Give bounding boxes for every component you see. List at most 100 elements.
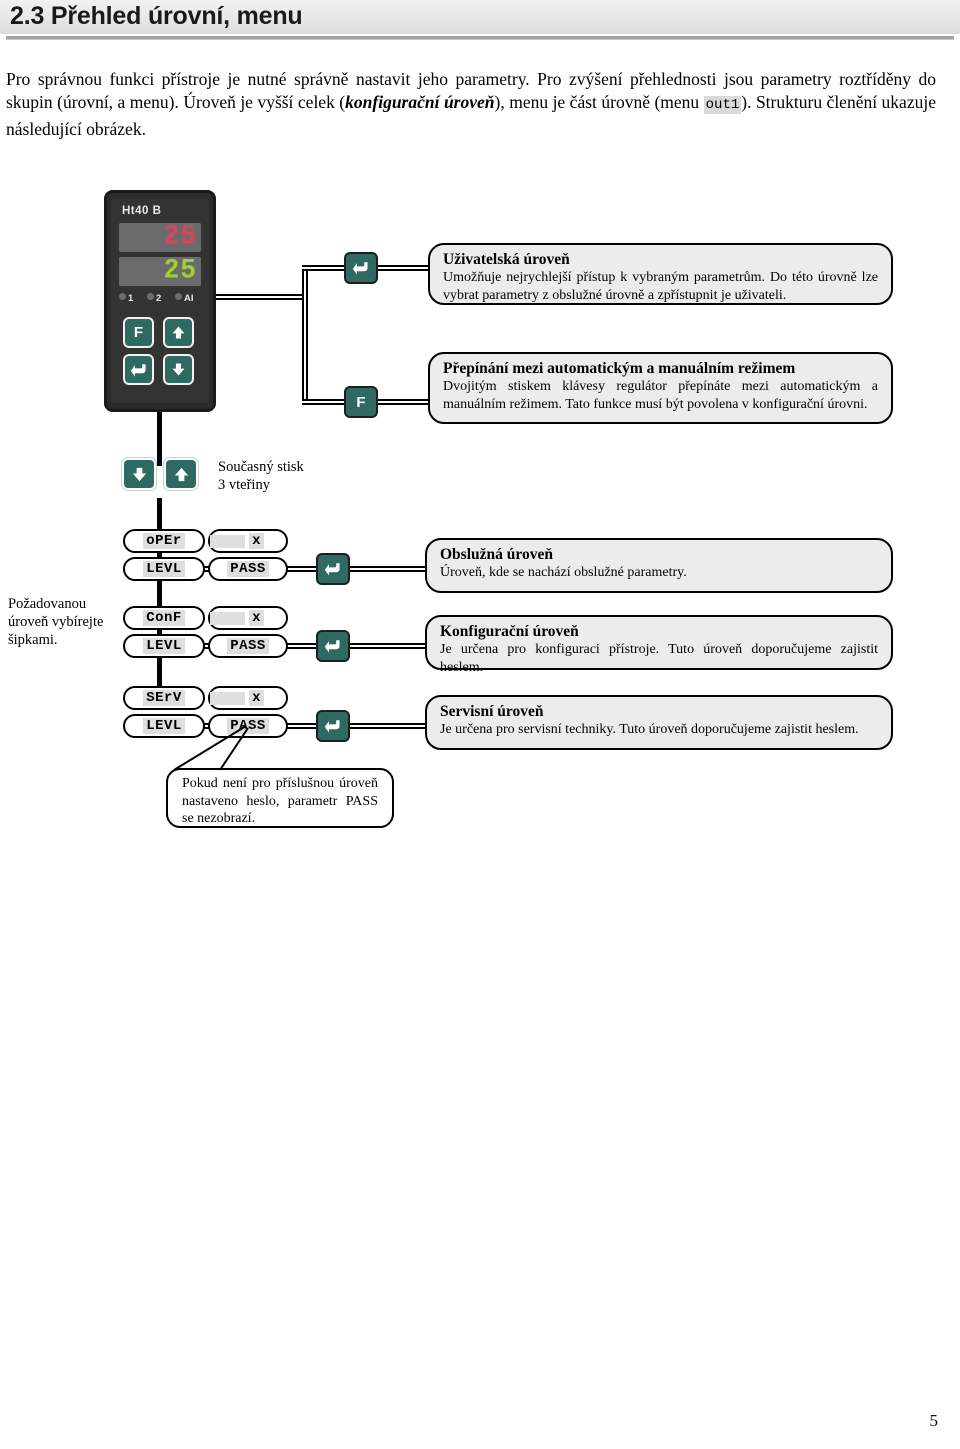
intro-paragraph: Pro správnou funkci přístroje je nutné s… — [6, 68, 936, 142]
level-enter-key-1[interactable] — [316, 553, 350, 585]
arrow-selection-hint: Požadovanou úroveň vybírejte šipkami. — [8, 596, 104, 648]
connector-pass-to-key-2 — [284, 643, 320, 649]
callout-box-user-level: Uživatelská úroveň Umožňuje nejrychlejší… — [428, 243, 893, 305]
capsule-label-conf: ConF — [143, 610, 185, 626]
level-title-konfiguracni: Konfigurační úroveň — [440, 623, 579, 640]
capsule-levl-1[interactable]: LEVL — [123, 557, 205, 581]
note-bubble-pass: Pokud není pro příslušnou úroveň nastave… — [166, 768, 394, 828]
note-bubble-tail — [173, 726, 249, 771]
arrow-up-icon — [165, 319, 192, 346]
arrow-up-icon — [166, 460, 196, 488]
enter-arrow-icon — [318, 712, 348, 740]
led-indicator-2: 2 — [147, 293, 161, 304]
intro-text-part2: ), menu je část úrovně (menu — [494, 92, 704, 112]
connector-pass-to-key-1 — [284, 566, 320, 572]
connector-key-to-box-2 — [348, 643, 428, 649]
capsule-oper[interactable]: oPEr — [123, 529, 205, 553]
connector-device-to-split — [216, 294, 308, 300]
level-text-konfiguracni: Je určena pro konfiguraci přístroje. Tut… — [440, 642, 878, 675]
connector-split-vertical — [302, 265, 308, 405]
capsule-x-2[interactable]: x — [208, 606, 288, 630]
key-down-simultaneous[interactable] — [122, 458, 156, 490]
level-text-obsluzna: Úroveň, kde se nachází obslužné parametr… — [440, 565, 687, 580]
led-indicator-row: 1 2 AI — [119, 293, 203, 307]
intro-emphasis: konfigurační úroveň — [345, 92, 495, 112]
callout-key-enter[interactable] — [344, 252, 378, 284]
enter-arrow-icon — [318, 632, 348, 660]
device-key-function[interactable]: F — [123, 317, 154, 348]
connector-function-key-to-box — [378, 399, 434, 405]
page-title: 2.3 Přehled úrovní, menu — [10, 2, 303, 30]
level-text-servisni: Je určena pro servisní techniky. Tuto úr… — [440, 722, 859, 737]
connector-user-key-to-box — [378, 265, 434, 271]
capsule-x-1[interactable]: x — [208, 529, 288, 553]
capsule-label-pass-2: PASS — [227, 638, 269, 654]
capsule-pad-3 — [210, 691, 246, 705]
letter-f-icon: F — [356, 393, 366, 411]
led-dot-icon — [119, 293, 126, 300]
note-text-pass: Pokud není pro příslušnou úroveň nastave… — [182, 776, 378, 826]
callout-title-auto-manual: Přepínání mezi automatickým a manuálním … — [443, 360, 796, 377]
display-upper-value: 25 — [163, 220, 197, 252]
connector-to-user-level-key — [302, 265, 346, 271]
callout-text-user-level: Umožňuje nejrychlejší přístup k vybraným… — [443, 270, 878, 303]
led-dot-icon — [147, 293, 154, 300]
level-box-servisni: Servisní úroveň Je určena pro servisní t… — [425, 695, 893, 750]
led-label-2: 2 — [156, 293, 162, 304]
simultaneous-press-line1: Současný stisk — [218, 459, 304, 475]
connector-key-to-box-1 — [348, 566, 428, 572]
connector-to-function-key — [302, 399, 346, 405]
device-illustration: Ht40 B 25 25 1 2 AI F — [104, 190, 216, 412]
heading-divider — [6, 36, 954, 40]
led-dot-icon — [175, 293, 182, 300]
capsule-serv[interactable]: SErV — [123, 686, 205, 710]
simultaneous-press-note: Současný stisk 3 vteřiny — [218, 458, 358, 494]
enter-arrow-icon — [318, 555, 348, 583]
enter-arrow-icon — [125, 356, 152, 383]
capsule-label-serv: SErV — [143, 690, 185, 706]
callout-title-user-level: Uživatelská úroveň — [443, 251, 570, 268]
capsule-label-levl-2: LEVL — [143, 638, 185, 654]
capsule-label-levl-1: LEVL — [143, 561, 185, 577]
intro-code-out1: out1 — [703, 96, 742, 114]
arrow-down-icon — [124, 460, 154, 488]
level-box-obsluzna: Obslužná úroveň Úroveň, kde se nachází o… — [425, 538, 893, 593]
callout-box-auto-manual: Přepínání mezi automatickým a manuálním … — [428, 352, 893, 424]
capsule-pass-2[interactable]: PASS — [208, 634, 288, 658]
capsule-pad-1 — [210, 534, 246, 548]
simultaneous-press-line2: 3 vteřiny — [218, 477, 270, 493]
led-label-ai: AI — [184, 293, 194, 304]
capsule-label-oper: oPEr — [143, 533, 185, 549]
levels-diagram: Ht40 B 25 25 1 2 AI F F Uživatelská úrov… — [0, 170, 960, 870]
display-lower: 25 — [119, 254, 201, 286]
led-indicator-1: 1 — [119, 293, 133, 304]
display-upper: 25 — [119, 220, 201, 252]
device-key-enter[interactable] — [123, 354, 154, 385]
capsule-label-pass-1: PASS — [227, 561, 269, 577]
device-model-label: Ht40 B — [122, 205, 162, 217]
device-key-down[interactable] — [163, 354, 194, 385]
level-title-servisni: Servisní úroveň — [440, 703, 544, 720]
trunk-line-upper — [157, 412, 162, 466]
capsule-x-3[interactable]: x — [208, 686, 288, 710]
callout-key-function[interactable]: F — [344, 386, 378, 418]
capsule-label-x-1: x — [249, 533, 264, 549]
level-enter-key-2[interactable] — [316, 630, 350, 662]
arrow-down-icon — [165, 356, 192, 383]
level-box-konfiguracni: Konfigurační úroveň Je určena pro konfig… — [425, 615, 893, 675]
callout-text-auto-manual: Dvojitým stiskem klávesy regulátor přepí… — [443, 379, 878, 412]
key-up-simultaneous[interactable] — [164, 458, 198, 490]
led-label-1: 1 — [128, 293, 134, 304]
device-key-up[interactable] — [163, 317, 194, 348]
capsule-pass-1[interactable]: PASS — [208, 557, 288, 581]
enter-arrow-icon — [346, 254, 376, 282]
capsule-label-x-2: x — [249, 610, 264, 626]
level-enter-key-3[interactable] — [316, 710, 350, 742]
capsule-conf[interactable]: ConF — [123, 606, 205, 630]
display-lower-value: 25 — [163, 254, 197, 286]
capsule-levl-2[interactable]: LEVL — [123, 634, 205, 658]
capsule-pad-2 — [210, 611, 246, 625]
section-heading-bar: 2.3 Přehled úrovní, menu — [0, 0, 960, 34]
connector-pass-to-key-3 — [284, 723, 320, 729]
letter-f-icon: F — [133, 324, 144, 341]
